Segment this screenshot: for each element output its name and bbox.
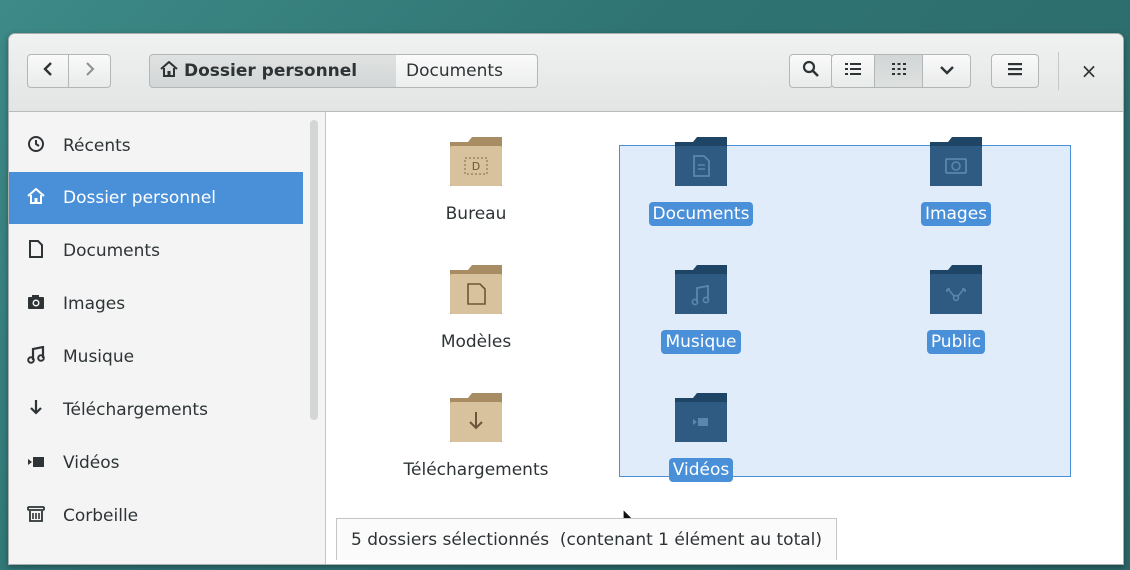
folder-label: Public xyxy=(926,330,986,354)
list-icon xyxy=(845,61,861,81)
back-button[interactable] xyxy=(27,54,69,88)
trash-icon xyxy=(25,505,47,528)
home-icon xyxy=(25,187,47,209)
sidebar-item-label: Musique xyxy=(63,347,135,367)
header-bar: Dossier personnel Documents × xyxy=(9,34,1123,112)
sidebar-item-label: Vidéos xyxy=(63,453,120,473)
status-text: 5 dossiers sélectionnés (contenant 1 élé… xyxy=(351,529,823,550)
clock-icon xyxy=(25,135,47,158)
folder-item-documents[interactable]: Documents xyxy=(631,132,771,226)
folder-item-musique[interactable]: Musique xyxy=(631,260,771,354)
folder-item-telechargements[interactable]: Téléchargements xyxy=(356,388,596,482)
close-icon: × xyxy=(1080,59,1098,83)
file-view: D Bureau Modèles Téléchargements Documen… xyxy=(326,112,1123,564)
music-icon xyxy=(25,345,47,369)
folder-label: Images xyxy=(920,202,992,226)
sidebar-item-label: Dossier personnel xyxy=(63,188,217,208)
sidebar-item-label: Téléchargements xyxy=(63,400,208,420)
folder-label: Téléchargements xyxy=(403,460,549,480)
folder-label: Documents xyxy=(648,202,754,226)
pictures-folder-icon xyxy=(886,132,1026,194)
menu-button[interactable] xyxy=(991,54,1039,88)
breadcrumb-documents-label: Documents xyxy=(406,61,503,81)
sidebar: Récents Dossier personnel Documents Imag… xyxy=(9,112,326,564)
folder-item-videos[interactable]: Vidéos xyxy=(631,388,771,482)
documents-folder-icon xyxy=(631,132,771,194)
chevron-down-icon xyxy=(939,61,955,81)
folder-label: Musique xyxy=(661,330,741,354)
sidebar-item-home[interactable]: Dossier personnel xyxy=(9,172,303,224)
sidebar-scrollbar[interactable] xyxy=(310,120,318,420)
folder-label: Modèles xyxy=(440,332,512,352)
folder-item-modeles[interactable]: Modèles xyxy=(376,260,576,354)
sidebar-item-music[interactable]: Musique xyxy=(9,331,303,383)
downloads-folder-icon xyxy=(356,388,596,450)
video-icon xyxy=(25,453,47,473)
document-icon xyxy=(25,239,47,263)
camera-icon xyxy=(25,294,47,315)
folder-label: Bureau xyxy=(445,204,507,224)
header-separator xyxy=(1058,52,1059,90)
folder-item-public[interactable]: Public xyxy=(886,260,1026,354)
chevron-right-icon xyxy=(84,61,96,82)
folder-item-bureau[interactable]: D Bureau xyxy=(376,132,576,226)
close-button[interactable]: × xyxy=(1069,54,1109,88)
sidebar-item-documents[interactable]: Documents xyxy=(9,225,303,277)
search-button[interactable] xyxy=(789,54,833,88)
breadcrumb-home[interactable]: Dossier personnel xyxy=(149,54,397,88)
forward-button[interactable] xyxy=(69,54,111,88)
templates-folder-icon xyxy=(376,260,576,322)
svg-text:D: D xyxy=(472,160,480,173)
sidebar-item-trash[interactable]: Corbeille xyxy=(9,490,303,542)
breadcrumb-documents[interactable]: Documents xyxy=(396,54,538,88)
folder-label: Vidéos xyxy=(668,458,734,482)
download-icon xyxy=(25,399,47,422)
sidebar-item-downloads[interactable]: Téléchargements xyxy=(9,384,303,436)
public-folder-icon xyxy=(886,260,1026,322)
grid-icon xyxy=(891,61,907,81)
sidebar-item-label: Corbeille xyxy=(63,506,139,526)
hamburger-menu-icon xyxy=(1007,61,1023,81)
folder-item-images[interactable]: Images xyxy=(886,132,1026,226)
list-view-button[interactable] xyxy=(831,54,875,88)
file-manager-window: Dossier personnel Documents × Récents Do… xyxy=(8,33,1124,565)
chevron-left-icon xyxy=(42,61,54,82)
home-icon xyxy=(160,60,178,82)
sidebar-item-label: Documents xyxy=(63,241,160,261)
sidebar-item-label: Récents xyxy=(63,136,131,156)
sidebar-item-recents[interactable]: Récents xyxy=(9,120,303,172)
desktop-folder-icon: D xyxy=(376,132,576,194)
videos-folder-icon xyxy=(631,388,771,450)
sidebar-item-images[interactable]: Images xyxy=(9,278,303,330)
breadcrumb-home-label: Dossier personnel xyxy=(184,61,358,81)
music-folder-icon xyxy=(631,260,771,322)
sidebar-item-videos[interactable]: Vidéos xyxy=(9,437,303,489)
grid-view-button[interactable] xyxy=(875,54,923,88)
search-icon xyxy=(802,60,820,83)
sidebar-item-label: Images xyxy=(63,294,126,314)
view-options-button[interactable] xyxy=(923,54,971,88)
status-bar: 5 dossiers sélectionnés (contenant 1 élé… xyxy=(336,518,838,560)
